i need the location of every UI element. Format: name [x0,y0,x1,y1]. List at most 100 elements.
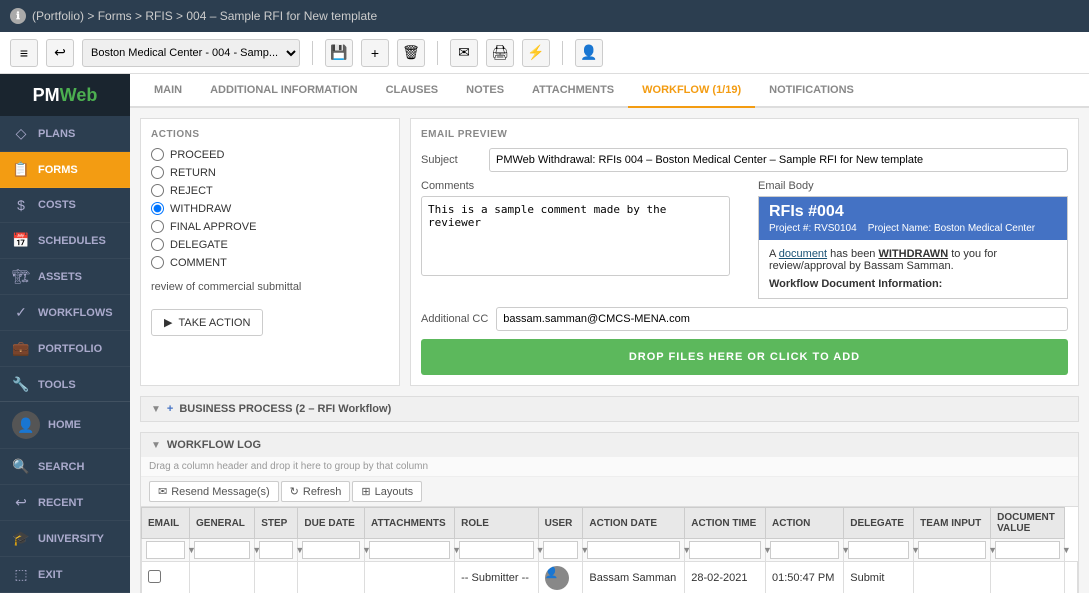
radio-withdraw-input[interactable] [151,202,164,215]
sidebar-item-plans[interactable]: ◇ PLANS [0,116,130,152]
tabs-bar: MAIN ADDITIONAL INFORMATION CLAUSES NOTE… [130,74,1089,108]
radio-delegate-input[interactable] [151,238,164,251]
radio-final-approve-input[interactable] [151,220,164,233]
lightning-button[interactable]: ⚡ [522,39,550,67]
cc-input[interactable] [496,307,1068,331]
sidebar-item-search[interactable]: 🔍 SEARCH [0,449,130,485]
filter-action-time[interactable] [689,541,761,559]
email-body-label: Email Body [758,180,1068,192]
radio-final-approve[interactable]: FINAL APPROVE [151,220,389,233]
tab-notes[interactable]: NOTES [452,74,518,108]
separator-3 [562,41,563,65]
refresh-button[interactable]: ↻ Refresh [281,481,351,502]
wf-table-wrap: EMAIL GENERAL STEP DUE DATE ATTACHMENTS … [141,507,1078,593]
comments-textarea[interactable]: This is a sample comment made by the rev… [421,196,730,276]
radio-comment-input[interactable] [151,256,164,269]
col-general: GENERAL [190,508,255,539]
resend-icon: ✉ [158,485,167,498]
cell-action-time: 01:50:47 PM [766,562,844,593]
tab-clauses[interactable]: CLAUSES [372,74,453,108]
sidebar-item-forms[interactable]: 📋 FORMS [0,152,130,188]
sidebar-item-portfolio[interactable]: 💼 PORTFOLIO [0,331,130,367]
filter-attachments[interactable] [369,541,450,559]
filter-delegate[interactable] [848,541,909,559]
cell-attachments [365,562,455,593]
project-number: RVS0104 [814,223,857,234]
tab-workflow[interactable]: WORKFLOW (1/19) [628,74,755,108]
refresh-icon: ↻ [290,485,299,498]
bp-arrow-icon: ▼ [151,404,161,415]
review-text: review of commercial submittal [151,277,389,297]
filter-action[interactable] [770,541,839,559]
top-bar: ℹ (Portfolio) > Forms > RFIS > 004 – Sam… [0,0,1089,32]
info-icon[interactable]: ℹ [10,8,26,24]
col-action-time: ACTION TIME [685,508,766,539]
cell-step [255,562,298,593]
tab-attachments[interactable]: ATTACHMENTS [518,74,628,108]
sidebar-item-recent[interactable]: ↩ RECENT [0,485,130,521]
radio-reject-input[interactable] [151,184,164,197]
sidebar-item-workflows[interactable]: ✓ WORKFLOWS [0,295,130,331]
search-label: SEARCH [38,461,84,473]
user-button[interactable]: 👤 [575,39,603,67]
filter-email[interactable] [146,541,185,559]
email-button[interactable]: ✉ [450,39,478,67]
take-action-label: TAKE ACTION [178,317,250,329]
filter-action-date[interactable] [587,541,680,559]
filter-user[interactable] [543,541,579,559]
filter-document-value[interactable] [995,541,1060,559]
undo-icon[interactable]: ↩ [46,39,74,67]
filter-team-input[interactable] [918,541,986,559]
filter-general[interactable] [194,541,250,559]
document-link[interactable]: document [779,248,827,260]
sidebar-nav: ◇ PLANS 📋 FORMS $ COSTS 📅 SCHEDULES 🏗 AS… [0,116,130,401]
radio-proceed-input[interactable] [151,148,164,161]
project-select[interactable]: Boston Medical Center - 004 - Samp... [82,39,300,67]
menu-icon[interactable]: ≡ [10,39,38,67]
logo-text: PMWeb [33,85,98,106]
user-avatar: 👤 [545,566,569,590]
recent-icon: ↩ [12,494,30,511]
tab-main[interactable]: MAIN [140,74,196,108]
layouts-button[interactable]: ⊞ Layouts [352,481,422,502]
filter-row: ▼ ▼ ▼ ▼ ▼ ▼ ▼ ▼ ▼ ▼ ▼ ▼ [142,539,1078,562]
radio-proceed[interactable]: PROCEED [151,148,389,161]
col-action-date: ACTION DATE [583,508,685,539]
bp-plus-icon: + [167,403,173,415]
take-action-button[interactable]: ▶ TAKE ACTION [151,309,263,336]
radio-withdraw[interactable]: WITHDRAW [151,202,389,215]
radio-reject[interactable]: REJECT [151,184,389,197]
drop-zone[interactable]: DROP FILES HERE OR CLICK TO ADD [421,339,1068,375]
radio-return-input[interactable] [151,166,164,179]
toolbar: ≡ ↩ Boston Medical Center - 004 - Samp..… [0,32,1089,74]
print-button[interactable]: 🖨 [486,39,514,67]
sidebar-item-university[interactable]: 🎓 UNIVERSITY [0,521,130,557]
sidebar-item-exit[interactable]: ⬚ EXIT [0,557,130,593]
subject-input[interactable] [489,148,1068,172]
tab-additional[interactable]: ADDITIONAL INFORMATION [196,74,371,108]
group-hint: Drag a column header and drop it here to… [141,457,1078,477]
radio-withdraw-label: WITHDRAW [170,203,231,215]
filter-role[interactable] [459,541,534,559]
filter-step[interactable] [259,541,293,559]
sidebar-item-costs[interactable]: $ COSTS [0,188,130,223]
resend-button[interactable]: ✉ Resend Message(s) [149,481,279,502]
radio-return[interactable]: RETURN [151,166,389,179]
refresh-label: Refresh [303,486,342,498]
sidebar-item-schedules[interactable]: 📅 SCHEDULES [0,223,130,259]
save-button[interactable]: 💾 [325,39,353,67]
radio-list: PROCEED RETURN REJECT WITHDRAW [151,148,389,269]
sidebar-item-home[interactable]: 👤 HOME [0,402,130,449]
delete-button[interactable]: 🗑 [397,39,425,67]
radio-delegate[interactable]: DELEGATE [151,238,389,251]
add-button[interactable]: + [361,39,389,67]
filter-due-date[interactable] [302,541,360,559]
business-process-header[interactable]: ▼ + BUSINESS PROCESS (2 – RFI Workflow) [141,397,1078,421]
sidebar-item-tools[interactable]: 🔧 TOOLS [0,367,130,401]
radio-comment[interactable]: COMMENT [151,256,389,269]
tab-notifications[interactable]: NOTIFICATIONS [755,74,868,108]
sidebar-item-assets[interactable]: 🏗 ASSETS [0,259,130,295]
email-checkbox[interactable] [148,570,161,583]
cell-role: -- Submitter -- [455,562,539,593]
workflow-log-header[interactable]: ▼ WORKFLOW LOG [141,433,1078,457]
